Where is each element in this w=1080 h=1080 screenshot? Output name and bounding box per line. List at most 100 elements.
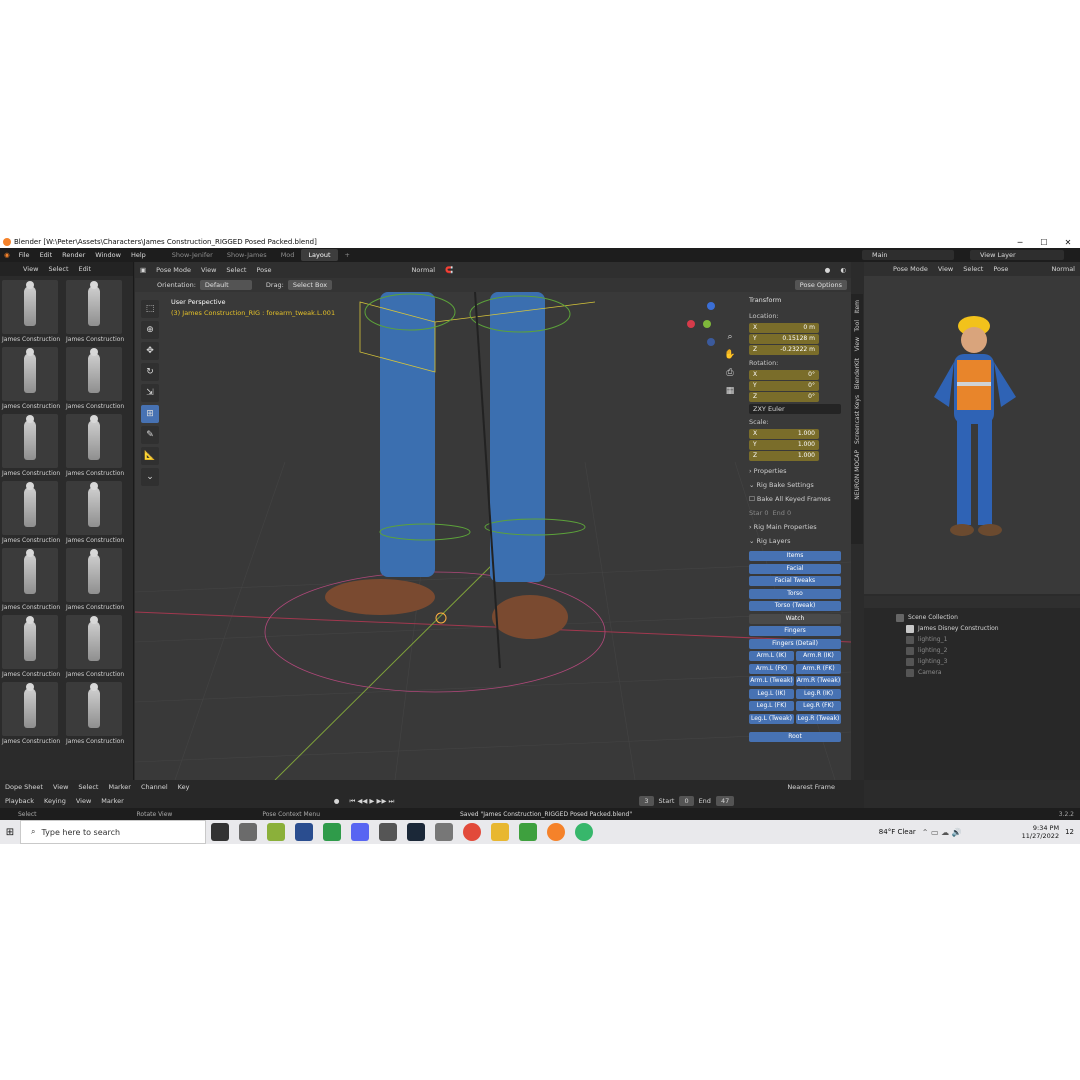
pan-hand-icon[interactable]: ✋: [723, 346, 737, 364]
layer-arm-r-ik-button[interactable]: Arm.R (IK): [796, 651, 841, 661]
layer-facial-button[interactable]: Facial: [749, 563, 841, 574]
layer-leg-l-tweak-button[interactable]: Leg.L (Tweak): [749, 713, 794, 724]
dope-menu-select[interactable]: Select: [73, 783, 103, 791]
rig-layers-section[interactable]: ⌄ Rig Layers: [749, 537, 849, 545]
annotate-tool-icon[interactable]: ✎: [141, 426, 159, 444]
app-icon[interactable]: [519, 823, 537, 841]
asset-item[interactable]: James Construction: [66, 682, 126, 745]
asset-item[interactable]: James Construction: [2, 481, 62, 544]
app-icon[interactable]: [239, 823, 257, 841]
layer-leg-r-tweak-button[interactable]: Leg.R (Tweak): [796, 713, 841, 724]
layer-facial-tweaks-button[interactable]: Facial Tweaks: [749, 576, 841, 586]
asset-item[interactable]: James Construction: [66, 280, 126, 343]
taskbar-search[interactable]: ⌕ Type here to search: [20, 820, 206, 844]
asset-item[interactable]: James Construction: [2, 347, 62, 410]
move-tool-icon[interactable]: ✥: [141, 342, 159, 360]
drag-selector[interactable]: Select Box: [287, 280, 333, 290]
playback-menu[interactable]: Playback: [0, 797, 39, 805]
layer-leg-r-fk-button[interactable]: Leg.R (FK): [796, 701, 841, 711]
app-icon[interactable]: [435, 823, 453, 841]
system-tray-icons[interactable]: ⌃ ▭ ☁ 🔊: [922, 828, 962, 837]
outliner-row[interactable]: lighting_1: [864, 634, 1080, 645]
zoom-icon[interactable]: ⌕: [723, 328, 737, 346]
preview-menu-pose[interactable]: Pose: [988, 265, 1013, 273]
maximize-button[interactable]: ☐: [1032, 238, 1056, 247]
tab-show-jenifer[interactable]: Show-Jenifer: [165, 251, 220, 259]
tl-menu-view[interactable]: View: [71, 797, 96, 805]
preview-menu-select[interactable]: Select: [958, 265, 988, 273]
tab-show-james[interactable]: Show-James: [220, 251, 274, 259]
add-workspace-button[interactable]: +: [338, 251, 357, 259]
dope-menu-view[interactable]: View: [48, 783, 73, 791]
view-layer-selector[interactable]: View Layer: [970, 250, 1064, 260]
dope-menu-marker[interactable]: Marker: [103, 783, 135, 791]
vp-menu-view[interactable]: View: [196, 266, 221, 274]
scene-collection-row[interactable]: Scene Collection: [864, 612, 1080, 623]
rig-main-section[interactable]: › Rig Main Properties: [749, 523, 849, 531]
pose-options-button[interactable]: Pose Options: [794, 280, 847, 290]
layer-torso-button[interactable]: Torso: [749, 588, 841, 599]
outliner-row[interactable]: lighting_3: [864, 656, 1080, 667]
weather-widget[interactable]: 84°F Clear: [879, 828, 916, 836]
menu-window[interactable]: Window: [90, 251, 126, 259]
preview-shading-selector[interactable]: Normal: [1046, 265, 1080, 273]
asset-menu-view[interactable]: View: [18, 265, 43, 273]
preview-mode-selector[interactable]: Pose Mode: [888, 265, 933, 273]
layer-arm-l-ik-button[interactable]: Arm.L (IK): [749, 651, 794, 661]
preview-viewport[interactable]: Pose Mode View Select Pose Normal: [864, 262, 1080, 594]
current-frame-field[interactable]: 3: [639, 796, 654, 806]
camera-icon[interactable]: ⎙: [723, 364, 737, 382]
layer-leg-l-ik-button[interactable]: Leg.L (IK): [749, 688, 794, 699]
rotation-z-field[interactable]: Z 0°: [749, 392, 819, 402]
scale-z-field[interactable]: Z 1.000: [749, 451, 819, 461]
bake-end-field[interactable]: End 0: [773, 509, 792, 517]
outliner-row[interactable]: Camera: [864, 667, 1080, 678]
menu-file[interactable]: File: [14, 251, 35, 259]
keying-menu[interactable]: Keying: [39, 797, 71, 805]
calculator-icon[interactable]: [379, 823, 397, 841]
tab-item[interactable]: Item: [854, 300, 861, 314]
app-icon[interactable]: [295, 823, 313, 841]
app-icon[interactable]: [323, 823, 341, 841]
dope-menu-channel[interactable]: Channel: [136, 783, 173, 791]
blender-taskbar-icon[interactable]: [547, 823, 565, 841]
rotation-mode-selector[interactable]: ZXY Euler: [749, 404, 841, 414]
menu-edit[interactable]: Edit: [35, 251, 58, 259]
layer-torso-tweak-button[interactable]: Torso (Tweak): [749, 601, 841, 611]
clock[interactable]: 9:34 PM 11/27/2022: [1022, 824, 1059, 840]
asset-item[interactable]: James Construction: [66, 347, 126, 410]
asset-menu-select[interactable]: Select: [43, 265, 73, 273]
asset-item[interactable]: James Construction: [66, 615, 126, 678]
asset-menu-edit[interactable]: Edit: [74, 265, 97, 273]
cursor-tool-icon[interactable]: ⊕: [141, 321, 159, 339]
tl-menu-marker[interactable]: Marker: [96, 797, 128, 805]
menu-help[interactable]: Help: [126, 251, 151, 259]
rig-bake-section[interactable]: ⌄ Rig Bake Settings: [749, 481, 849, 489]
layer-arm-r-tweak-button[interactable]: Arm.R (Tweak): [796, 676, 841, 686]
tab-blenderkit[interactable]: BlenderKit: [854, 358, 861, 389]
select-tool-icon[interactable]: ⬚: [141, 300, 159, 318]
layer-fingers-button[interactable]: Fingers: [749, 626, 841, 636]
layer-root-button[interactable]: Root: [749, 731, 841, 742]
shading-solid-icon[interactable]: ●: [820, 266, 836, 274]
grid-icon[interactable]: ▦: [723, 382, 737, 400]
app-icon[interactable]: [267, 823, 285, 841]
notification-badge[interactable]: 12: [1065, 828, 1074, 836]
tab-mod[interactable]: Mod: [274, 251, 302, 259]
vp-menu-select[interactable]: Select: [221, 266, 251, 274]
location-y-field[interactable]: Y 0.15128 m: [749, 334, 819, 344]
file-explorer-icon[interactable]: [491, 823, 509, 841]
properties-section[interactable]: › Properties: [749, 467, 849, 475]
steam-icon[interactable]: [407, 823, 425, 841]
discord-icon[interactable]: [351, 823, 369, 841]
bake-start-field[interactable]: Star 0: [749, 509, 769, 517]
asset-item[interactable]: James Construction: [66, 548, 126, 611]
transform-tool-icon[interactable]: ⊞: [141, 405, 159, 423]
asset-item[interactable]: James Construction: [66, 481, 126, 544]
transform-header[interactable]: Transform: [749, 296, 849, 304]
tab-view[interactable]: View: [854, 337, 861, 351]
start-frame-field[interactable]: 0: [679, 796, 694, 806]
play-controls[interactable]: ⏮ ◀◀ ▶ ▶▶ ⏭: [344, 797, 399, 806]
windows-start-icon[interactable]: ⊞: [0, 827, 20, 838]
layer-items-button[interactable]: Items: [749, 551, 841, 561]
